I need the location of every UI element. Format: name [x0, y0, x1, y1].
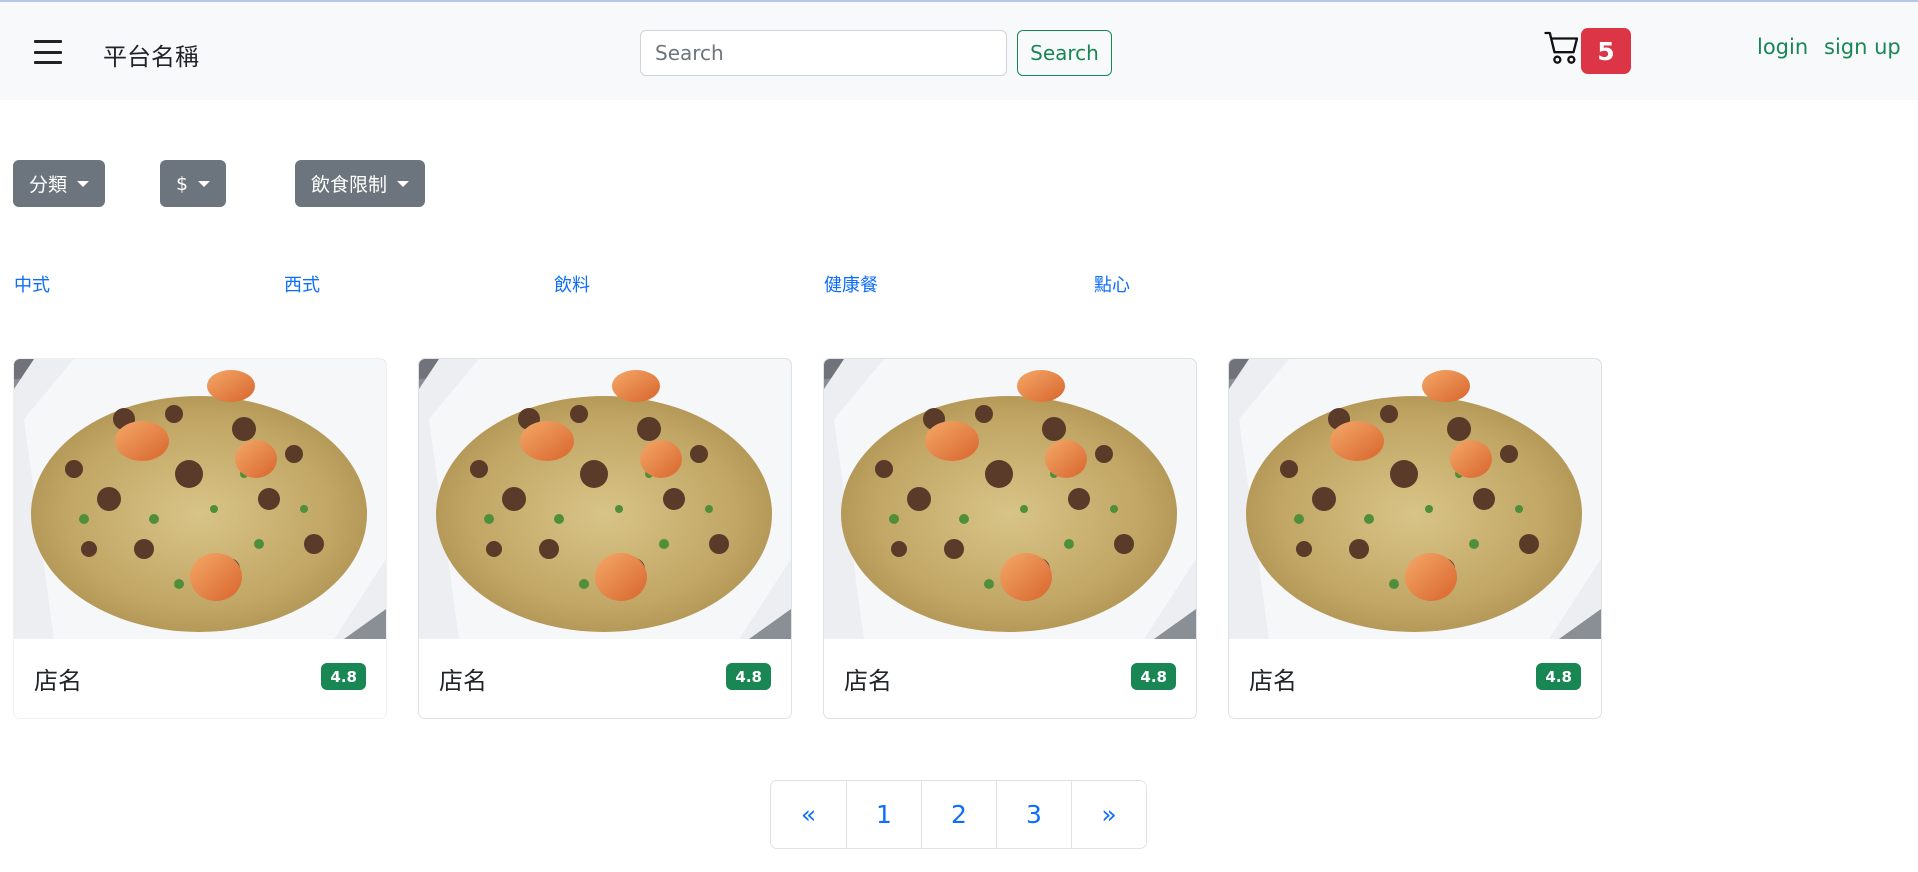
category-chinese-link[interactable]: 中式 [14, 271, 50, 297]
page-2[interactable]: 2 [921, 781, 996, 848]
fried-rice-image [1229, 359, 1601, 639]
restaurant-card[interactable]: 店名 4.8 [823, 358, 1197, 719]
restaurant-name: 店名 [34, 667, 82, 695]
pagination: « 1 2 3 » [770, 780, 1147, 849]
page-1[interactable]: 1 [846, 781, 921, 848]
card-body: 店名 4.8 [1229, 639, 1601, 718]
category-western-link[interactable]: 西式 [284, 271, 320, 297]
restaurant-name: 店名 [844, 667, 892, 695]
card-body: 店名 4.8 [14, 639, 386, 718]
rating-badge: 4.8 [1536, 663, 1581, 690]
cart-count-badge: 5 [1581, 28, 1631, 74]
page-next[interactable]: » [1071, 781, 1146, 848]
filter-diet-label: 飲食限制 [311, 174, 388, 196]
filter-price-dropdown[interactable]: $ [160, 160, 227, 207]
page-3[interactable]: 3 [996, 781, 1071, 848]
card-body: 店名 4.8 [824, 639, 1196, 718]
filter-category-label: 分類 [29, 174, 68, 196]
filter-diet-dropdown[interactable]: 飲食限制 [295, 160, 426, 207]
menu-icon[interactable] [34, 40, 62, 64]
rating-badge: 4.8 [321, 663, 366, 690]
filter-category-dropdown[interactable]: 分類 [13, 160, 106, 207]
cart-icon[interactable] [1543, 28, 1583, 68]
restaurant-name: 店名 [1249, 667, 1297, 695]
signup-link[interactable]: sign up [1824, 35, 1901, 59]
category-healthy-link[interactable]: 健康餐 [824, 271, 878, 297]
caret-down-icon [397, 180, 410, 187]
fried-rice-image [824, 359, 1196, 639]
login-link[interactable]: login [1757, 35, 1808, 59]
category-drinks-link[interactable]: 飲料 [554, 271, 590, 297]
caret-down-icon [77, 180, 90, 187]
brand-name[interactable]: 平台名稱 [103, 37, 199, 72]
filter-price-label: $ [176, 172, 189, 195]
category-snacks-link[interactable]: 點心 [1094, 271, 1130, 297]
page-previous[interactable]: « [771, 781, 846, 848]
restaurant-card[interactable]: 店名 4.8 [1228, 358, 1602, 719]
card-body: 店名 4.8 [419, 639, 791, 718]
rating-badge: 4.8 [726, 663, 771, 690]
search-input[interactable] [640, 30, 1007, 76]
fried-rice-image [14, 359, 386, 639]
navbar: 平台名稱 Search 5 login sign up [0, 0, 1918, 100]
caret-down-icon [198, 180, 211, 187]
restaurant-card[interactable]: 店名 4.8 [418, 358, 792, 719]
rating-badge: 4.8 [1131, 663, 1176, 690]
restaurant-card[interactable]: 店名 4.8 [13, 358, 387, 719]
search-button[interactable]: Search [1017, 30, 1112, 76]
fried-rice-image [419, 359, 791, 639]
restaurant-name: 店名 [439, 667, 487, 695]
